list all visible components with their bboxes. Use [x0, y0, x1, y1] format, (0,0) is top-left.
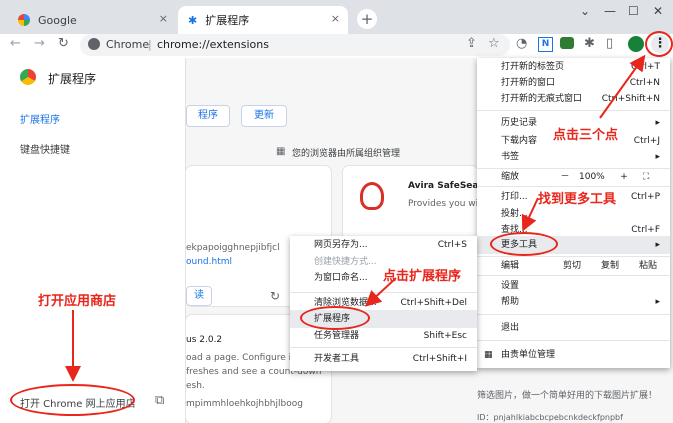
- arrow-to-extensions: [365, 277, 397, 307]
- annotation-arrows: [65, 54, 646, 382]
- arrow-to-more-tools: [521, 197, 539, 232]
- arrow-to-menu: [599, 54, 646, 119]
